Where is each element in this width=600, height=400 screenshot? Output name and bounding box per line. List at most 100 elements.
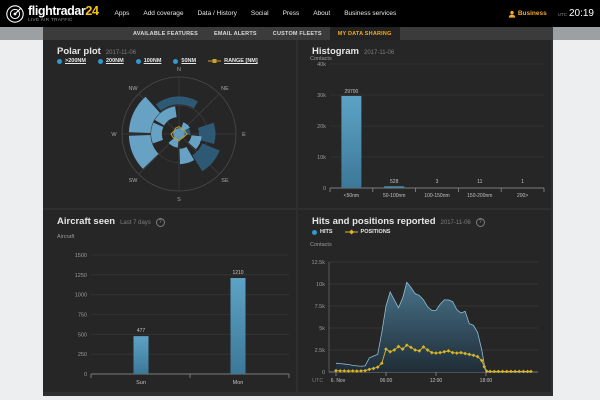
tick-label: 50-100nm [383, 193, 406, 199]
positions-marker [492, 369, 497, 374]
histogram-bar [341, 95, 362, 188]
legend-item-gt200nm[interactable]: >200NM [57, 58, 86, 64]
polar-plot-title: Polar plot [57, 46, 101, 57]
positions-marker-icon [344, 229, 358, 235]
help-icon[interactable]: ? [155, 217, 165, 227]
hits-positions-date: 2017-11-06 [440, 220, 471, 226]
flightradar24-logo[interactable]: flightradar24 LIVE AIR TRAFFIC [5, 4, 99, 24]
legend-item-range[interactable]: RANGE [NM] [208, 58, 258, 64]
logo-text: flightradar24 [28, 3, 99, 18]
tick-label: 7.5k [315, 304, 326, 310]
tick-label: 30k [317, 93, 326, 99]
user-icon [508, 10, 516, 18]
tick-label: UTC [312, 378, 323, 384]
tick-label: 0 [84, 372, 87, 378]
utc-label: UTC [557, 12, 567, 17]
tick-label: S [177, 197, 181, 203]
nav-business-services[interactable]: Business services [344, 10, 396, 17]
legend-dot-icon [173, 58, 179, 64]
hits-area [336, 282, 531, 372]
nav-social[interactable]: Social [251, 10, 269, 17]
tick-label: NW [128, 86, 138, 92]
tick-label: E [242, 132, 246, 138]
dashboard-content: Polar plot 2017-11-06 >200NM 200NM 100NM… [43, 40, 553, 396]
nav-about[interactable]: About [313, 10, 330, 17]
main-nav: Apps Add coverage Data / History Social … [115, 10, 397, 17]
aircraft-chart: 0 250 500 750 1000 1250 1500 477 Sun 1210 Mon [75, 253, 290, 386]
polar-plot-date: 2017-11-06 [105, 50, 137, 56]
positions-marker [496, 369, 501, 374]
subnav-row: AVAILABLE FEATURES EMAIL ALERTS CUSTOM F… [0, 27, 600, 40]
histogram-chart: 0 10k 20k 30k 40k 29700 <50nm 528 50-100nm 3 100-1… [317, 62, 545, 199]
legend-dot-icon [57, 58, 62, 64]
tick-label: 200> [517, 193, 528, 199]
tick-label: 1210 [232, 270, 243, 276]
positions-marker [513, 369, 517, 374]
tick-label: SW [129, 178, 139, 184]
polar-chart: N NE E SE S SW W NW [111, 67, 246, 203]
tick-label: 528 [390, 179, 399, 185]
radar-icon [6, 4, 24, 23]
legend-dot-icon [135, 58, 141, 64]
positions-marker [529, 369, 533, 374]
tick-label: 5k [319, 326, 325, 332]
polar-sector [151, 122, 164, 144]
positions-marker [504, 369, 509, 374]
tick-label: 20k [317, 124, 326, 130]
tick-label: 1500 [75, 253, 87, 259]
polar-sector [179, 146, 195, 165]
tab-custom-fleets[interactable]: CUSTOM FLEETS [265, 27, 330, 40]
tab-available-features[interactable]: AVAILABLE FEATURES [125, 27, 206, 40]
tick-label: 12:00 [430, 378, 443, 384]
aircraft-seen-subtitle: Last 7 days [120, 220, 151, 226]
tick-label: <50nm [344, 193, 359, 199]
tick-label: N [177, 67, 181, 73]
tick-label: 29700 [344, 89, 358, 95]
histogram-bar [384, 186, 405, 188]
nav-apps[interactable]: Apps [115, 10, 130, 17]
legend-item-50nm[interactable]: 50NM [173, 58, 196, 64]
tick-label: 0 [322, 370, 325, 376]
utc-clock: UTC 20:19 [558, 8, 594, 19]
tick-label: 1250 [75, 273, 87, 279]
tick-label: 40k [317, 62, 326, 68]
tick-label: 10k [316, 282, 325, 288]
tick-label: Mon [233, 380, 244, 386]
hits-chart: 0 2.5k 5k 7.5k 10k 12.5k 6. Nov 06:00 12:00 18:00… [312, 260, 538, 384]
tab-my-data-sharing[interactable]: MY DATA SHARING [329, 27, 400, 40]
tick-label: Sun [136, 380, 146, 386]
tick-label: 3 [436, 179, 439, 185]
header-right: Business UTC 20:19 [508, 8, 594, 19]
aircraft-seen-title: Aircraft seen [57, 216, 116, 227]
tick-label: 1 [521, 179, 524, 185]
tick-label: 100-150nm [424, 193, 449, 199]
tick-label: 0 [323, 186, 326, 192]
tab-email-alerts[interactable]: EMAIL ALERTS [206, 27, 265, 40]
histogram-panel: Histogram 2017-11-06 Contacts 0 10k 20k 30k… [298, 40, 551, 208]
legend-item-positions[interactable]: POSITIONS [344, 229, 390, 235]
help-icon[interactable]: ? [475, 217, 485, 227]
clock-time: 20:19 [568, 8, 594, 19]
account-label: Business [517, 10, 547, 17]
hits-positions-title: Hits and positions reported [312, 216, 436, 227]
nav-press[interactable]: Press [283, 10, 300, 17]
hits-legend: HITS POSITIONS [312, 229, 390, 235]
tick-label: 1000 [75, 293, 87, 299]
legend-item-hits[interactable]: HITS [312, 229, 333, 235]
legend-dot-icon [312, 229, 317, 235]
logo-tagline: LIVE AIR TRAFFIC [28, 17, 73, 22]
aircraft-bar [230, 278, 246, 374]
aircraft-seen-panel: Aircraft seen Last 7 days ? Aircraft 0 25… [43, 210, 296, 392]
nav-add-coverage[interactable]: Add coverage [143, 10, 183, 17]
tick-label: 6. Nov [331, 378, 346, 384]
tick-label: 477 [137, 328, 146, 334]
tick-label: 10k [317, 155, 326, 161]
tick-label: W [111, 132, 117, 138]
legend-item-100nm[interactable]: 100NM [135, 58, 161, 64]
tick-label: 250 [78, 352, 87, 358]
account-business-button[interactable]: Business [508, 10, 547, 18]
subnav: AVAILABLE FEATURES EMAIL ALERTS CUSTOM F… [43, 27, 553, 40]
legend-item-200nm[interactable]: 200NM [97, 58, 124, 64]
nav-data-history[interactable]: Data / History [197, 10, 236, 17]
positions-marker [525, 369, 530, 374]
